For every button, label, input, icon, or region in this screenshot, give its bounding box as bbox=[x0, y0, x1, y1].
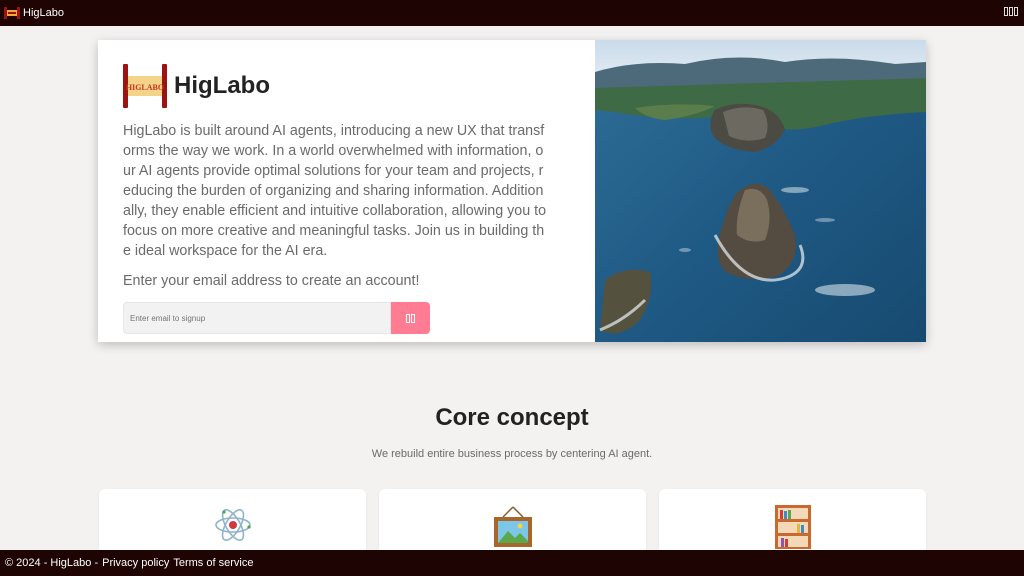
hero-description: HigLabo is built around AI agents, intro… bbox=[123, 123, 547, 259]
higlabo-logo-icon: HIGLABO bbox=[123, 64, 167, 108]
logo-text: HIGLABO bbox=[126, 83, 164, 92]
top-navbar: HigLabo bbox=[0, 0, 1024, 26]
concept-card bbox=[659, 489, 926, 559]
brand-name[interactable]: HigLabo bbox=[23, 7, 64, 19]
core-concept-subtitle: We rebuild entire business process by ce… bbox=[371, 448, 653, 460]
menu-icon[interactable] bbox=[1004, 7, 1018, 16]
hero-text-panel: HIGLABO HigLabo HigLabo is built around … bbox=[98, 40, 595, 342]
higlabo-logo-icon[interactable] bbox=[4, 7, 20, 19]
hero-card: HIGLABO HigLabo HigLabo is built around … bbox=[98, 40, 926, 342]
copyright-text: © 2024 - HigLabo - bbox=[5, 557, 99, 569]
signup-prompt: Enter your email address to create an ac… bbox=[123, 273, 420, 289]
submit-icon bbox=[406, 313, 410, 323]
privacy-policy-link[interactable]: Privacy policy bbox=[102, 557, 169, 569]
hero-title: HigLabo bbox=[174, 72, 270, 99]
framed-picture-icon bbox=[493, 506, 532, 547]
hero-header: HIGLABO HigLabo bbox=[123, 64, 571, 108]
footer-bar: © 2024 - HigLabo - Privacy policy Terms … bbox=[0, 550, 1024, 576]
bookshelf-icon bbox=[774, 505, 811, 549]
email-signup-input[interactable] bbox=[123, 302, 391, 334]
atom-icon bbox=[214, 509, 251, 541]
terms-of-service-link[interactable]: Terms of service bbox=[173, 557, 253, 569]
core-concept-title: Core concept bbox=[435, 404, 589, 431]
signup-submit-button[interactable] bbox=[391, 302, 430, 334]
coastline-aerial-photo bbox=[595, 40, 926, 342]
signup-form bbox=[123, 302, 571, 334]
concept-card bbox=[379, 489, 646, 559]
concept-card bbox=[99, 489, 366, 559]
